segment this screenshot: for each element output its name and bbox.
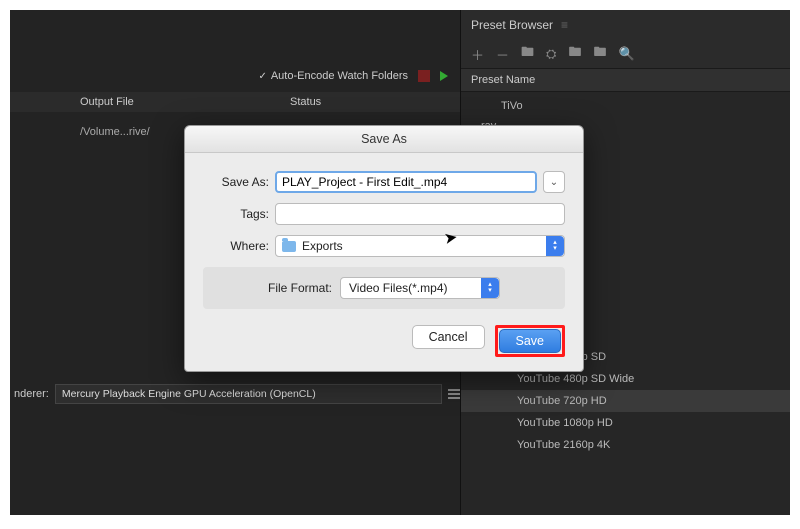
- tags-input[interactable]: [275, 203, 565, 225]
- folder-icon: [282, 241, 296, 252]
- tags-label: Tags:: [203, 207, 275, 221]
- where-select[interactable]: Exports: [275, 235, 565, 257]
- file-format-select[interactable]: Video Files(*.mp4): [340, 277, 500, 299]
- column-status: Status: [290, 96, 321, 108]
- preset-browser-title: Preset Browser: [471, 18, 553, 32]
- save-button-highlight: Save: [495, 325, 566, 357]
- history-dropdown-button[interactable]: ⌄: [543, 171, 565, 193]
- panel-menu-icon[interactable]: [448, 389, 460, 399]
- queue-header: Output File Status: [10, 92, 460, 112]
- save-as-dialog: Save As Save As: ⌄ Tags: Where: Exports: [184, 125, 584, 372]
- output-file-path: /Volume...rive/: [10, 126, 150, 138]
- add-preset-icon[interactable]: ＋: [471, 45, 484, 64]
- settings-icon[interactable]: ⛭: [546, 46, 556, 62]
- preset-item[interactable]: YouTube 1080p HD: [461, 412, 790, 434]
- chevron-updown-icon: [546, 236, 564, 256]
- chevron-updown-icon: [481, 278, 499, 298]
- remove-preset-icon[interactable]: －: [496, 45, 509, 64]
- preset-item[interactable]: TiVo: [461, 96, 790, 116]
- renderer-label: nderer:: [14, 388, 49, 400]
- auto-encode-label: Auto-Encode Watch Folders: [271, 70, 408, 82]
- preset-column-header: Preset Name: [461, 68, 790, 92]
- cancel-button[interactable]: Cancel: [412, 325, 485, 349]
- where-value: Exports: [302, 239, 343, 253]
- where-label: Where:: [203, 239, 275, 253]
- import-icon[interactable]: 🖿: [568, 43, 581, 65]
- renderer-select[interactable]: Mercury Playback Engine GPU Acceleration…: [55, 384, 442, 404]
- stop-button[interactable]: [418, 70, 430, 82]
- preset-item[interactable]: YouTube 2160p 4K: [461, 434, 790, 456]
- panel-grip-icon: ≡: [561, 18, 566, 32]
- dialog-title: Save As: [185, 126, 583, 153]
- file-format-value: Video Files(*.mp4): [349, 281, 447, 295]
- preset-toolbar: ＋ － 🖿 ⛭ 🖿 🖿 🔍: [461, 40, 790, 68]
- start-queue-button[interactable]: [440, 71, 448, 81]
- saveas-input[interactable]: [275, 171, 537, 193]
- export-icon[interactable]: 🖿: [593, 43, 606, 65]
- preset-item-selected[interactable]: YouTube 720p HD: [461, 390, 790, 412]
- column-output-file: Output File: [10, 96, 290, 108]
- new-folder-icon[interactable]: 🖿: [521, 43, 534, 65]
- auto-encode-checkbox[interactable]: Auto-Encode Watch Folders: [258, 70, 408, 82]
- saveas-label: Save As:: [203, 175, 275, 189]
- search-icon[interactable]: 🔍: [618, 46, 634, 62]
- file-format-label: File Format:: [268, 281, 332, 295]
- save-button[interactable]: Save: [499, 329, 562, 353]
